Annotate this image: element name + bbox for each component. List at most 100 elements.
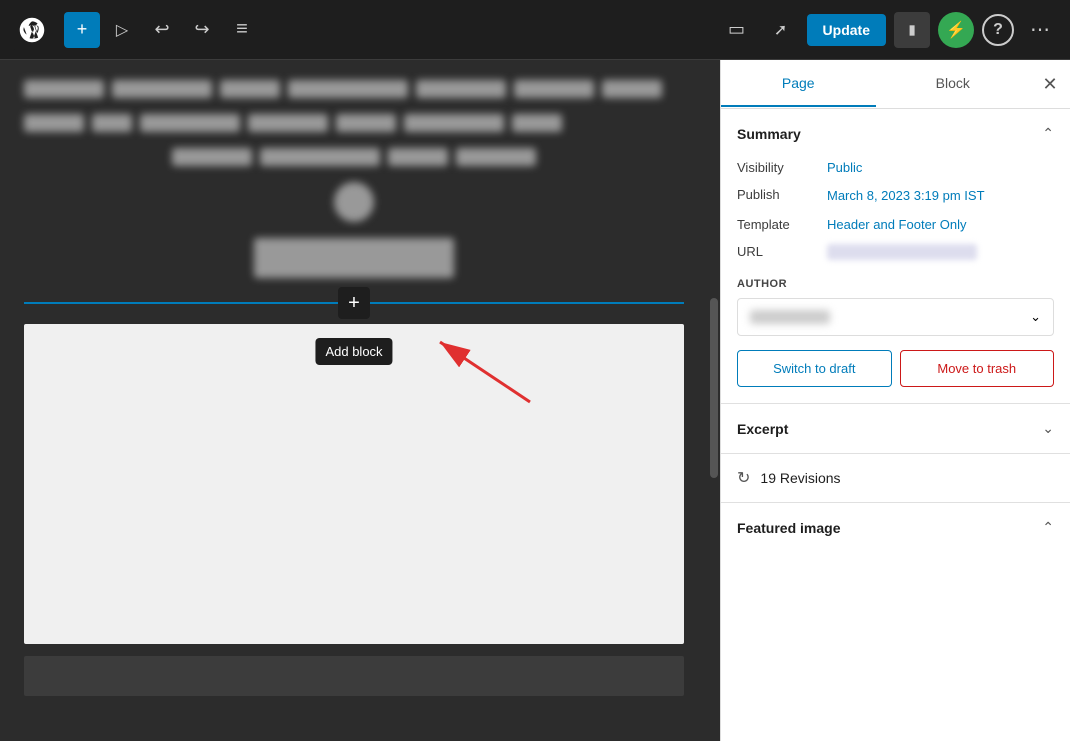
blur-block: [248, 114, 328, 132]
summary-section: Summary ⌃ Visibility Public Publish Marc…: [721, 109, 1070, 404]
blur-block: [254, 238, 454, 278]
content-row-4: [24, 182, 684, 222]
add-block-button-inline[interactable]: +: [338, 287, 370, 319]
empty-block: [24, 324, 684, 644]
bolt-button[interactable]: ⚡: [938, 12, 974, 48]
undo-button[interactable]: ↩: [144, 12, 180, 48]
page-content: + Add block: [24, 80, 684, 721]
main-area: + Add block: [0, 60, 1070, 741]
blur-block: [24, 114, 84, 132]
blur-block: [260, 148, 380, 166]
publish-row: Publish March 8, 2023 3:19 pm IST: [737, 181, 1054, 211]
summary-header[interactable]: Summary ⌃: [737, 125, 1054, 142]
document-overview-button[interactable]: ≡: [224, 12, 260, 48]
visibility-label: Visibility: [737, 160, 827, 175]
sidebar-icon: ▮: [908, 22, 915, 38]
scrollbar[interactable]: [708, 60, 720, 741]
tab-block[interactable]: Block: [876, 61, 1031, 107]
red-arrow: [420, 332, 540, 417]
blur-block: [416, 80, 506, 98]
publish-label: Publish: [737, 187, 827, 202]
blur-block: [388, 148, 448, 166]
more-options-button[interactable]: ⋯: [1022, 12, 1058, 48]
content-row-2: [24, 114, 684, 132]
blur-block: [336, 114, 396, 132]
help-button[interactable]: ?: [982, 14, 1014, 46]
author-heading: AUTHOR: [737, 278, 1054, 290]
revisions-section[interactable]: ↻ 19 Revisions: [721, 454, 1070, 503]
wp-logo[interactable]: [12, 10, 52, 50]
excerpt-title: Excerpt: [737, 421, 788, 437]
sidebar-toggle-button[interactable]: ▮: [894, 12, 930, 48]
blur-block: [92, 114, 132, 132]
template-value[interactable]: Header and Footer Only: [827, 217, 966, 232]
list-icon: ≡: [236, 18, 248, 41]
blur-block: [602, 80, 662, 98]
external-link-button[interactable]: ➚: [763, 12, 799, 48]
author-select[interactable]: ⌄: [737, 298, 1054, 336]
preview-desktop-button[interactable]: ▭: [719, 12, 755, 48]
plus-icon: +: [77, 19, 88, 40]
desktop-icon: ▭: [728, 19, 745, 40]
revisions-label: 19 Revisions: [760, 470, 840, 486]
add-block-area: + Add block: [24, 302, 684, 304]
dropdown-chevron-icon: ⌄: [1030, 309, 1041, 325]
blur-block: [512, 114, 562, 132]
switch-to-draft-button[interactable]: Switch to draft: [737, 350, 892, 387]
add-block-tooltip: Add block: [315, 338, 392, 365]
tab-page[interactable]: Page: [721, 61, 876, 107]
content-row-3: [24, 148, 684, 166]
summary-title: Summary: [737, 126, 801, 142]
editor-area: + Add block: [0, 60, 708, 741]
question-icon: ?: [993, 21, 1003, 39]
move-to-trash-button[interactable]: Move to trash: [900, 350, 1055, 387]
excerpt-section[interactable]: Excerpt ⌄: [721, 404, 1070, 454]
update-button[interactable]: Update: [807, 14, 886, 46]
summary-table: Visibility Public Publish March 8, 2023 …: [737, 154, 1054, 266]
author-name: [750, 310, 830, 324]
url-label: URL: [737, 244, 827, 259]
close-sidebar-button[interactable]: ✕: [1030, 60, 1070, 108]
blur-block: [288, 80, 408, 98]
blur-block: [334, 182, 374, 222]
add-block-button[interactable]: +: [64, 12, 100, 48]
sidebar: Page Block ✕ Summary ⌃ Visibility Public…: [720, 60, 1070, 741]
featured-expand-icon: ⌃: [1042, 519, 1054, 536]
editor-canvas[interactable]: + Add block: [0, 60, 708, 741]
blur-block: [24, 80, 104, 98]
visibility-row: Visibility Public: [737, 154, 1054, 181]
ellipsis-icon: ⋯: [1030, 17, 1050, 42]
publish-value[interactable]: March 8, 2023 3:19 pm IST: [827, 187, 985, 205]
redo-icon: ↪: [194, 19, 209, 40]
blur-block: [172, 148, 252, 166]
blur-block: [112, 80, 212, 98]
author-section: AUTHOR ⌄: [737, 278, 1054, 336]
sidebar-body: Summary ⌃ Visibility Public Publish Marc…: [721, 109, 1070, 741]
blur-block: [514, 80, 594, 98]
sidebar-header: Page Block ✕: [721, 60, 1070, 109]
collapse-icon: ⌃: [1042, 125, 1054, 142]
redo-button[interactable]: ↪: [184, 12, 220, 48]
url-value[interactable]: [827, 244, 977, 260]
scrollbar-thumb[interactable]: [710, 298, 718, 478]
visibility-value[interactable]: Public: [827, 160, 862, 175]
select-icon: ▷: [116, 20, 128, 40]
template-label: Template: [737, 217, 827, 232]
excerpt-expand-icon: ⌄: [1042, 420, 1054, 437]
featured-image-title: Featured image: [737, 520, 840, 536]
blur-block: [404, 114, 504, 132]
revisions-icon: ↻: [737, 468, 750, 488]
block-divider: +: [24, 302, 684, 304]
blur-block: [456, 148, 536, 166]
bolt-icon: ⚡: [946, 20, 966, 40]
url-row: URL: [737, 238, 1054, 266]
template-row: Template Header and Footer Only: [737, 211, 1054, 238]
blur-block: [140, 114, 240, 132]
external-icon: ➚: [774, 20, 787, 40]
content-row-1: [24, 80, 684, 98]
undo-icon: ↩: [154, 19, 169, 40]
toolbar: + ▷ ↩ ↪ ≡ ▭ ➚ Update ▮ ⚡ ? ⋯: [0, 0, 1070, 60]
featured-image-section[interactable]: Featured image ⌃: [721, 503, 1070, 552]
select-tool-button[interactable]: ▷: [104, 12, 140, 48]
action-buttons: Switch to draft Move to trash: [737, 350, 1054, 387]
